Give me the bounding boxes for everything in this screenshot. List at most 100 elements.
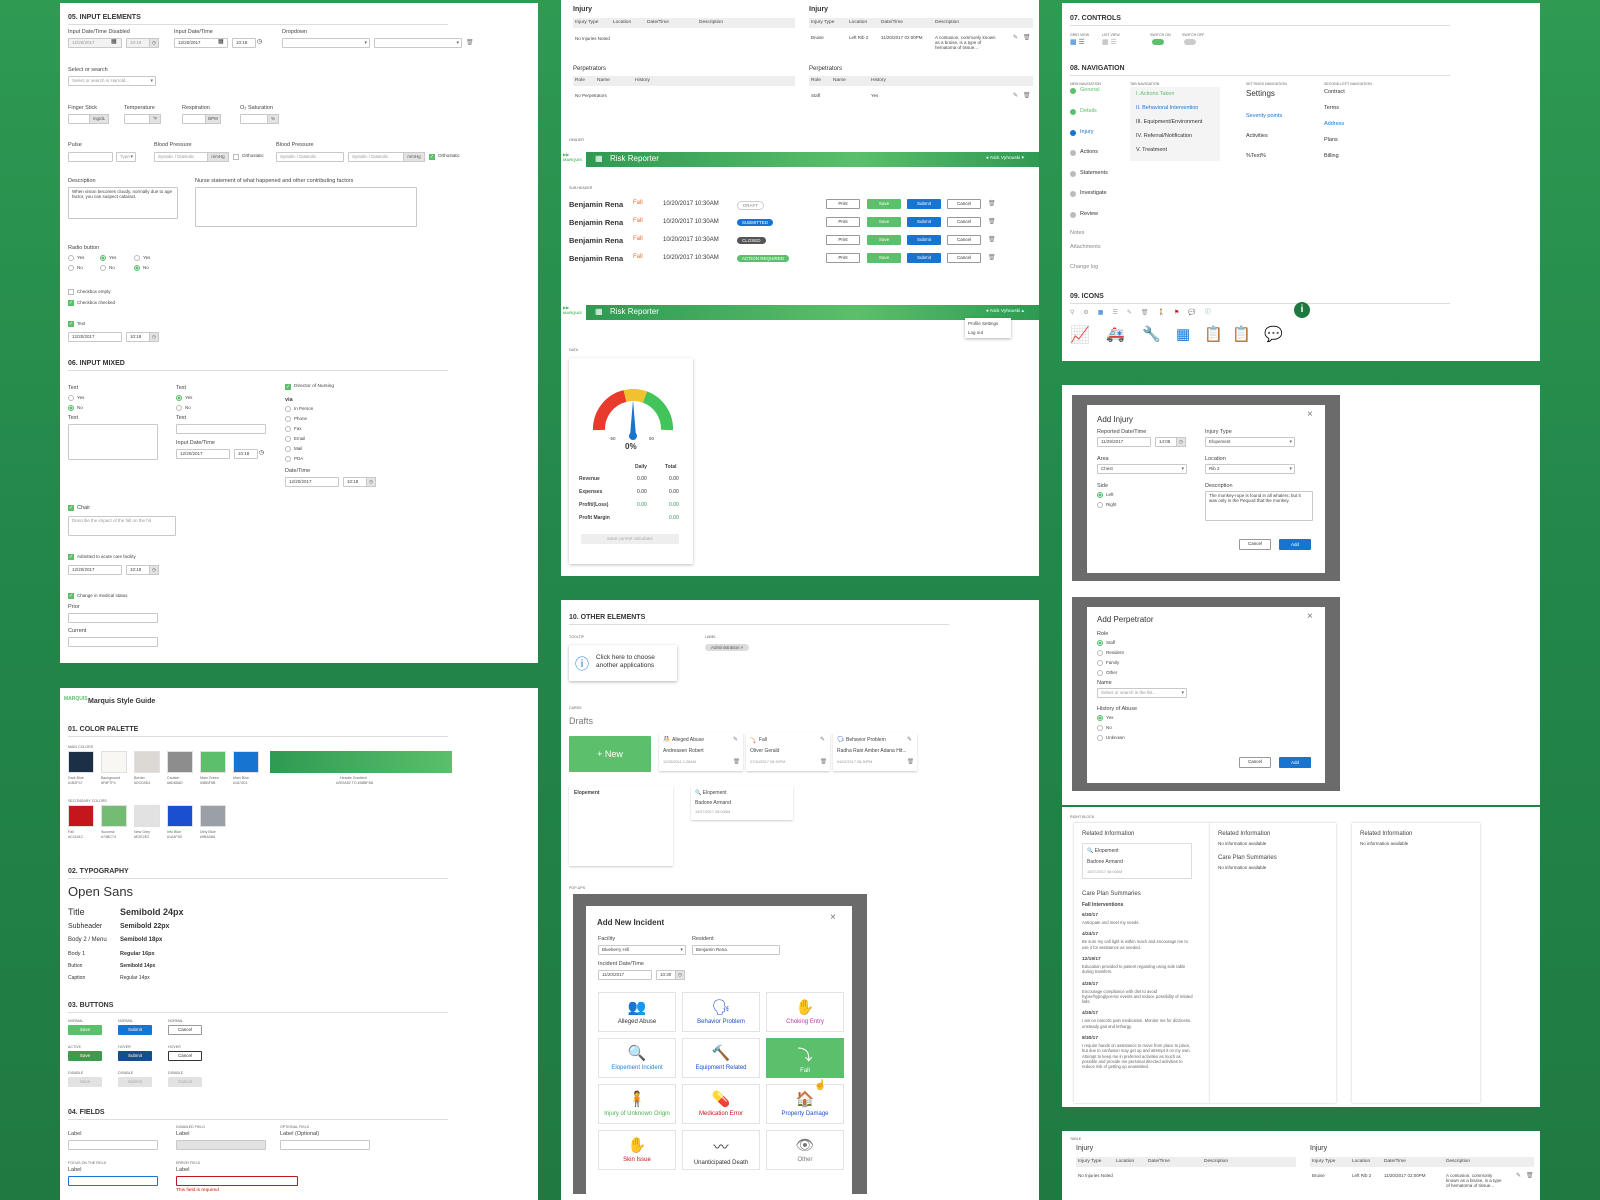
trash-icon[interactable]: 🗑: [988, 236, 996, 243]
close-icon[interactable]: ×: [1307, 611, 1313, 622]
dropdown[interactable]: [282, 38, 370, 48]
radio-yes[interactable]: [1097, 715, 1103, 721]
save-button[interactable]: Save: [68, 1025, 102, 1035]
injury-type-select[interactable]: Elopement: [1205, 437, 1295, 447]
text-area[interactable]: [68, 424, 158, 460]
save-button[interactable]: Save: [867, 217, 901, 227]
incident-tile[interactable]: ✋ Skin Issue: [598, 1130, 676, 1170]
trash-icon[interactable]: 🗑: [1526, 1172, 1534, 1179]
cancel-button[interactable]: Cancel: [947, 235, 981, 245]
field[interactable]: [68, 1140, 158, 1150]
incident-tile[interactable]: 👥 Alleged Abuse: [598, 992, 676, 1032]
incident-tile[interactable]: 🔨 Equipment Related: [682, 1038, 760, 1078]
save-button[interactable]: Save: [867, 199, 901, 209]
add-button[interactable]: Add: [1279, 757, 1311, 768]
calendar-icon[interactable]: ▦: [111, 38, 117, 45]
close-icon[interactable]: ×: [1307, 409, 1313, 420]
save-button[interactable]: Save: [867, 235, 901, 245]
trash-icon[interactable]: 🗑: [907, 759, 914, 765]
time-input-disabled[interactable]: 10:18: [126, 38, 150, 48]
checkbox-checked[interactable]: [68, 300, 74, 306]
new-button[interactable]: + New: [569, 736, 651, 772]
second-nav-item[interactable]: Plans: [1324, 137, 1338, 143]
radio-unknown[interactable]: [1097, 735, 1103, 741]
focused-field[interactable]: [68, 1176, 158, 1186]
nav-item-investigate[interactable]: Investigate: [1080, 190, 1107, 196]
submit-button[interactable]: Submit: [907, 253, 941, 263]
facility-select[interactable]: Blueberry Hill: [598, 945, 686, 955]
nav-item-attachments[interactable]: Attachments: [1070, 244, 1101, 250]
orthostatic-checkbox[interactable]: [429, 154, 435, 160]
disabled-field[interactable]: [176, 1140, 266, 1150]
date-input[interactable]: 12/20/2017: [176, 449, 230, 459]
search-select[interactable]: Select or search in Harrold...: [68, 76, 156, 86]
close-icon[interactable]: ×: [830, 912, 836, 923]
submit-button[interactable]: Submit: [907, 199, 941, 209]
nav-item-change-log[interactable]: Change log: [1070, 264, 1098, 270]
edit-icon[interactable]: ✎: [733, 736, 738, 743]
settings-nav-item[interactable]: Activities: [1246, 133, 1268, 139]
dropdown[interactable]: [374, 38, 462, 48]
edit-icon[interactable]: ✎: [1013, 34, 1018, 41]
submit-button[interactable]: Submit: [118, 1025, 152, 1035]
clock-icon[interactable]: ◷: [675, 970, 685, 980]
type-select[interactable]: Type: [116, 152, 136, 162]
second-nav-item[interactable]: Contract: [1324, 89, 1345, 95]
clock-icon[interactable]: ◷: [149, 38, 159, 48]
nav-item-details[interactable]: Details: [1080, 108, 1097, 114]
chair-checkbox[interactable]: [68, 505, 74, 511]
nav-item-review[interactable]: Review: [1080, 211, 1098, 217]
draft-card[interactable]: 🤼 Alleged Abuse ✎ Andreasen Robert 12/08/201…: [659, 733, 743, 771]
radio-yes[interactable]: [100, 255, 106, 261]
radio-no[interactable]: [176, 405, 182, 411]
print-button[interactable]: Print: [826, 199, 860, 209]
tab-nav-item[interactable]: III. Equipment/Environment: [1136, 119, 1202, 125]
bp-input[interactable]: Systolic / Diastolic: [276, 152, 344, 162]
current-input[interactable]: [68, 637, 158, 647]
incident-tile[interactable]: 🧍 Injury of Unknown Origin: [598, 1084, 676, 1124]
via-option-radio[interactable]: [285, 406, 291, 412]
trash-icon[interactable]: 🗑: [988, 200, 996, 207]
clock-icon[interactable]: ◷: [259, 449, 264, 456]
error-field[interactable]: [176, 1176, 298, 1186]
apps-grid-icon[interactable]: ▦: [595, 154, 603, 163]
date-input[interactable]: 12/20/2017: [285, 477, 339, 487]
save-calculator-button[interactable]: Save current calculator: [581, 534, 679, 544]
clock-icon[interactable]: ◷: [149, 332, 159, 342]
nav-item-actions[interactable]: Actions: [1080, 149, 1098, 155]
radio-yes[interactable]: [176, 395, 182, 401]
edit-icon[interactable]: ✎: [1516, 1172, 1521, 1179]
draft-card[interactable]: ⤵ Fall ✎ Oliver Gerald 27/10/2017 08:30PM 🗑: [746, 733, 830, 771]
trash-icon[interactable]: 🗑: [988, 254, 996, 261]
tab-nav-item[interactable]: IV. Referral/Notification: [1136, 133, 1192, 139]
cancel-button[interactable]: Cancel: [947, 217, 981, 227]
time-input[interactable]: 10:18: [232, 38, 256, 48]
via-option-radio[interactable]: [285, 456, 291, 462]
incident-tile[interactable]: 👁 Other: [766, 1130, 844, 1170]
incident-tile[interactable]: ✋ Choking Entry: [766, 992, 844, 1032]
tab-nav-item[interactable]: V. Treatment: [1136, 147, 1167, 153]
trash-icon[interactable]: 🗑: [1023, 34, 1031, 41]
time-input[interactable]: 10:18: [126, 332, 150, 342]
nav-item-statements[interactable]: Statements: [1080, 170, 1108, 176]
submit-button-disabled[interactable]: Submit: [118, 1077, 152, 1087]
nav-item-general[interactable]: General: [1080, 87, 1100, 93]
nav-item-injury[interactable]: Injury: [1080, 129, 1093, 135]
time-input[interactable]: 10:18: [343, 477, 367, 487]
apps-grid-icon[interactable]: ▦: [595, 307, 603, 316]
trash-icon[interactable]: 🗑: [1023, 92, 1031, 99]
cancel-button[interactable]: Cancel: [168, 1025, 202, 1035]
submit-button[interactable]: Submit: [907, 217, 941, 227]
nav-item-notes[interactable]: Notes: [1070, 230, 1084, 236]
name-select[interactable]: Select or search in the list...: [1097, 688, 1187, 698]
settings-nav-item[interactable]: Severity points: [1246, 113, 1282, 119]
cancel-button-hover[interactable]: Cancel: [168, 1051, 202, 1061]
user-menu[interactable]: ● Nick Vyhouski ▴: [986, 309, 1024, 314]
radio-no[interactable]: [68, 405, 74, 411]
print-button[interactable]: Print: [826, 253, 860, 263]
radio-left[interactable]: [1097, 492, 1103, 498]
nurse-statement-textarea[interactable]: [195, 187, 417, 227]
cancel-button[interactable]: Cancel: [1239, 757, 1271, 768]
date-input[interactable]: 11/20/2017: [598, 970, 652, 980]
role-radio[interactable]: [1097, 640, 1103, 646]
